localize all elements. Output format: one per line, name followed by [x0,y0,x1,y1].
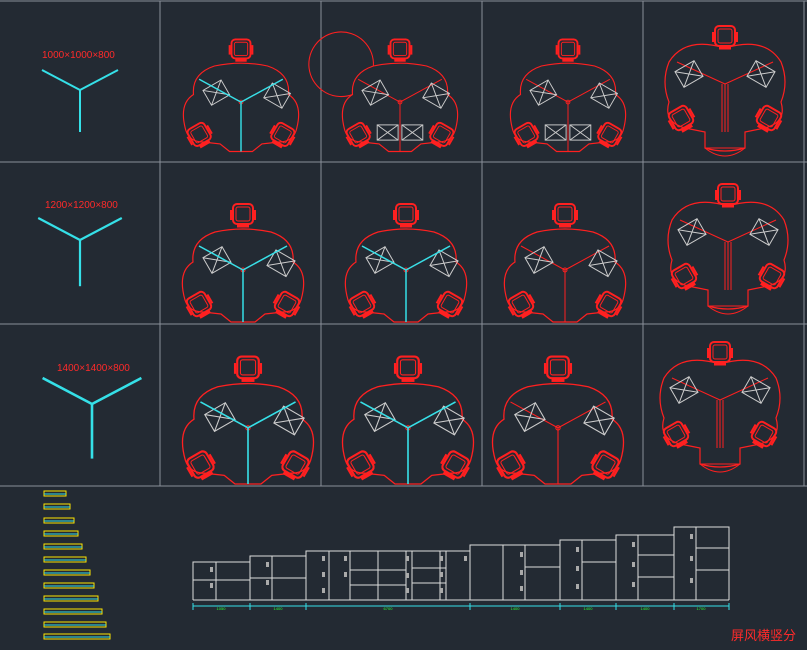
row3-cluster-b[interactable] [342,357,473,484]
row1-cluster-d[interactable] [665,26,785,156]
row1-y-screen [41,69,119,133]
dim-label-5: 1400 [584,606,594,611]
row1-size-label: 1000×1000×800 [42,50,115,61]
row3-size-label: 1400×1400×800 [57,363,130,374]
cabinet-handles [210,534,693,593]
dim-label-4: 1400 [511,606,521,611]
row3-cluster-d[interactable] [660,342,780,472]
row2-cluster-b[interactable] [345,204,466,322]
row2-size-label: 1200×1200×800 [45,200,118,211]
dim-label-7: 1700 [697,606,707,611]
row3-cluster-a[interactable] [182,357,313,484]
dim-label-2: 1400 [274,606,284,611]
dim-label-1: 1050 [217,606,227,611]
cabinet-elevation [192,526,730,601]
drawing-caption: 屏风横竖分 [731,629,797,644]
dim-label-3: 6700 [384,606,394,611]
cad-drawing-canvas: 1050 1400 6700 1400 1400 1400 1700 [0,0,807,640]
row3-cluster-c[interactable] [492,357,623,484]
row1-cluster-c[interactable] [510,39,625,151]
row3-y-screen [41,376,143,460]
row2-cluster-d[interactable] [668,184,788,314]
row2-y-screen [37,216,123,288]
dimension-labels: 1050 1400 6700 1400 1400 1400 1700 [217,606,707,611]
row2-cluster-a[interactable] [182,204,303,322]
screen-panel-stack [43,490,111,640]
dim-label-6: 1400 [641,606,651,611]
row1-cluster-b[interactable] [309,32,458,152]
row2-cluster-c[interactable] [504,204,625,322]
row1-cluster-a[interactable] [183,39,298,151]
